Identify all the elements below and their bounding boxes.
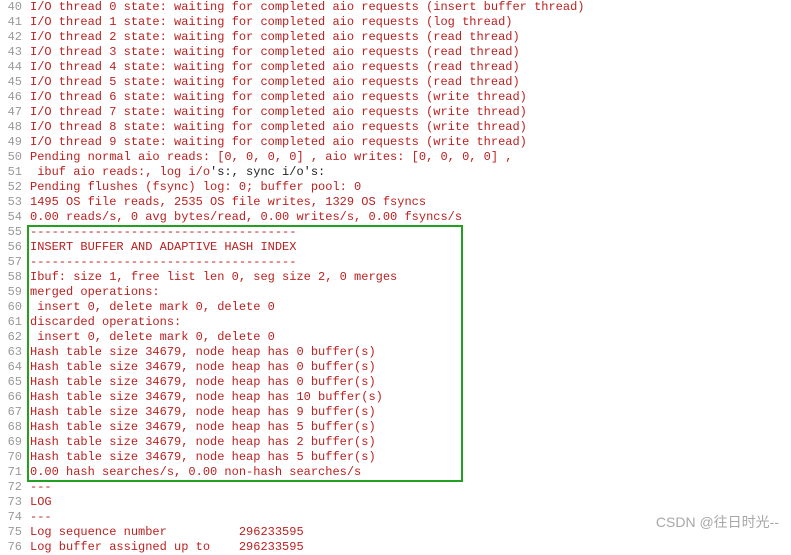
line-number: 54 <box>0 210 22 225</box>
line-number: 55 <box>0 225 22 240</box>
code-line: --- <box>30 480 791 495</box>
line-number: 61 <box>0 315 22 330</box>
line-number-gutter: 4041424344454647484950515253545556575859… <box>0 0 30 555</box>
line-number: 44 <box>0 60 22 75</box>
code-line: Hash table size 34679, node heap has 0 b… <box>30 375 791 390</box>
line-number: 67 <box>0 405 22 420</box>
line-number: 75 <box>0 525 22 540</box>
line-number: 68 <box>0 420 22 435</box>
line-number: 60 <box>0 300 22 315</box>
line-number: 41 <box>0 15 22 30</box>
code-line: --- <box>30 510 791 525</box>
line-number: 64 <box>0 360 22 375</box>
code-line: I/O thread 8 state: waiting for complete… <box>30 120 791 135</box>
code-line: I/O thread 6 state: waiting for complete… <box>30 90 791 105</box>
line-number: 40 <box>0 0 22 15</box>
line-number: 46 <box>0 90 22 105</box>
line-number: 74 <box>0 510 22 525</box>
code-line: I/O thread 5 state: waiting for complete… <box>30 75 791 90</box>
line-number: 42 <box>0 30 22 45</box>
line-number: 43 <box>0 45 22 60</box>
code-line: LOG <box>30 495 791 510</box>
code-line: INSERT BUFFER AND ADAPTIVE HASH INDEX <box>30 240 791 255</box>
line-number: 73 <box>0 495 22 510</box>
line-number: 71 <box>0 465 22 480</box>
code-line: 0.00 reads/s, 0 avg bytes/read, 0.00 wri… <box>30 210 791 225</box>
code-line: Log sequence number 296233595 <box>30 525 791 540</box>
code-content: I/O thread 0 state: waiting for complete… <box>30 0 791 555</box>
code-block: 4041424344454647484950515253545556575859… <box>0 0 791 555</box>
line-number: 49 <box>0 135 22 150</box>
code-line: Hash table size 34679, node heap has 5 b… <box>30 420 791 435</box>
code-line: Log buffer assigned up to 296233595 <box>30 540 791 555</box>
code-line: 1495 OS file reads, 2535 OS file writes,… <box>30 195 791 210</box>
line-number: 51 <box>0 165 22 180</box>
line-number: 52 <box>0 180 22 195</box>
code-line: Hash table size 34679, node heap has 2 b… <box>30 435 791 450</box>
code-line: Ibuf: size 1, free list len 0, seg size … <box>30 270 791 285</box>
code-line: discarded operations: <box>30 315 791 330</box>
code-line: Hash table size 34679, node heap has 9 b… <box>30 405 791 420</box>
line-number: 72 <box>0 480 22 495</box>
code-line: ------------------------------------- <box>30 225 791 240</box>
line-number: 53 <box>0 195 22 210</box>
code-line: ibuf aio reads:, log i/o's:, sync i/o's: <box>30 165 791 180</box>
code-line: I/O thread 4 state: waiting for complete… <box>30 60 791 75</box>
code-line: merged operations: <box>30 285 791 300</box>
code-line: I/O thread 1 state: waiting for complete… <box>30 15 791 30</box>
code-line: Hash table size 34679, node heap has 5 b… <box>30 450 791 465</box>
line-number: 56 <box>0 240 22 255</box>
code-line: Hash table size 34679, node heap has 0 b… <box>30 360 791 375</box>
line-number: 48 <box>0 120 22 135</box>
line-number: 45 <box>0 75 22 90</box>
code-line: I/O thread 0 state: waiting for complete… <box>30 0 791 15</box>
line-number: 58 <box>0 270 22 285</box>
line-number: 76 <box>0 540 22 555</box>
code-line: insert 0, delete mark 0, delete 0 <box>30 330 791 345</box>
code-line: Hash table size 34679, node heap has 10 … <box>30 390 791 405</box>
line-number: 69 <box>0 435 22 450</box>
code-line: 0.00 hash searches/s, 0.00 non-hash sear… <box>30 465 791 480</box>
code-line: ------------------------------------- <box>30 255 791 270</box>
code-line: Pending flushes (fsync) log: 0; buffer p… <box>30 180 791 195</box>
line-number: 70 <box>0 450 22 465</box>
code-line: insert 0, delete mark 0, delete 0 <box>30 300 791 315</box>
code-line: I/O thread 3 state: waiting for complete… <box>30 45 791 60</box>
code-line: Pending normal aio reads: [0, 0, 0, 0] ,… <box>30 150 791 165</box>
line-number: 63 <box>0 345 22 360</box>
line-number: 59 <box>0 285 22 300</box>
line-number: 50 <box>0 150 22 165</box>
code-line: I/O thread 7 state: waiting for complete… <box>30 105 791 120</box>
code-line: Hash table size 34679, node heap has 0 b… <box>30 345 791 360</box>
line-number: 57 <box>0 255 22 270</box>
line-number: 65 <box>0 375 22 390</box>
line-number: 62 <box>0 330 22 345</box>
code-line: I/O thread 2 state: waiting for complete… <box>30 30 791 45</box>
line-number: 66 <box>0 390 22 405</box>
line-number: 47 <box>0 105 22 120</box>
code-line: I/O thread 9 state: waiting for complete… <box>30 135 791 150</box>
